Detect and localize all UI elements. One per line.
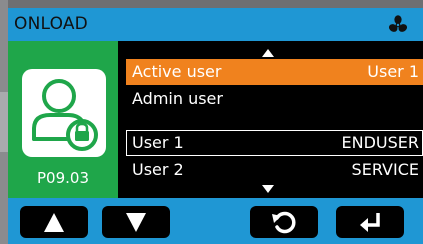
user-lock-icon <box>32 79 98 151</box>
list-item-value: ENDUSER <box>341 133 420 152</box>
title-bar: ONLOAD <box>8 8 423 41</box>
list-item-value: User 1 <box>367 62 419 81</box>
fan-icon <box>388 15 408 32</box>
button-bar <box>8 198 423 244</box>
down-button[interactable] <box>102 206 170 238</box>
list-item-value: SERVICE <box>351 160 419 179</box>
back-button[interactable] <box>250 206 318 238</box>
list-item-active-user[interactable]: Active user User 1 <box>126 59 423 85</box>
user-list: Active user User 1 Admin user User 1 END… <box>126 41 423 198</box>
triangle-down-icon <box>126 213 146 232</box>
scroll-up-indicator-icon <box>262 49 274 57</box>
list-item-label: Admin user <box>132 89 223 108</box>
enter-icon <box>360 213 380 232</box>
undo-icon <box>272 211 296 234</box>
screen-title: ONLOAD <box>14 14 88 34</box>
triangle-up-icon <box>44 213 64 232</box>
list-item-label: User 1 <box>132 133 184 152</box>
list-item-label: Active user <box>132 62 222 81</box>
parameter-code: P09.03 <box>37 169 89 187</box>
up-button[interactable] <box>20 206 88 238</box>
device-screen: ONLOAD P09.03 Active user User 1 Admin u… <box>8 8 423 244</box>
bezel-top <box>0 0 423 8</box>
user-panel: P09.03 <box>8 41 118 198</box>
list-item-admin-user[interactable]: Admin user <box>126 86 423 112</box>
bezel-left-highlight <box>0 92 8 152</box>
list-item-label: User 2 <box>132 160 184 179</box>
list-item-user-1[interactable]: User 1 ENDUSER <box>126 130 423 156</box>
enter-button[interactable] <box>336 206 404 238</box>
scroll-down-indicator-icon <box>262 185 274 193</box>
list-item-user-2[interactable]: User 2 SERVICE <box>126 157 423 183</box>
user-badge <box>22 69 106 157</box>
